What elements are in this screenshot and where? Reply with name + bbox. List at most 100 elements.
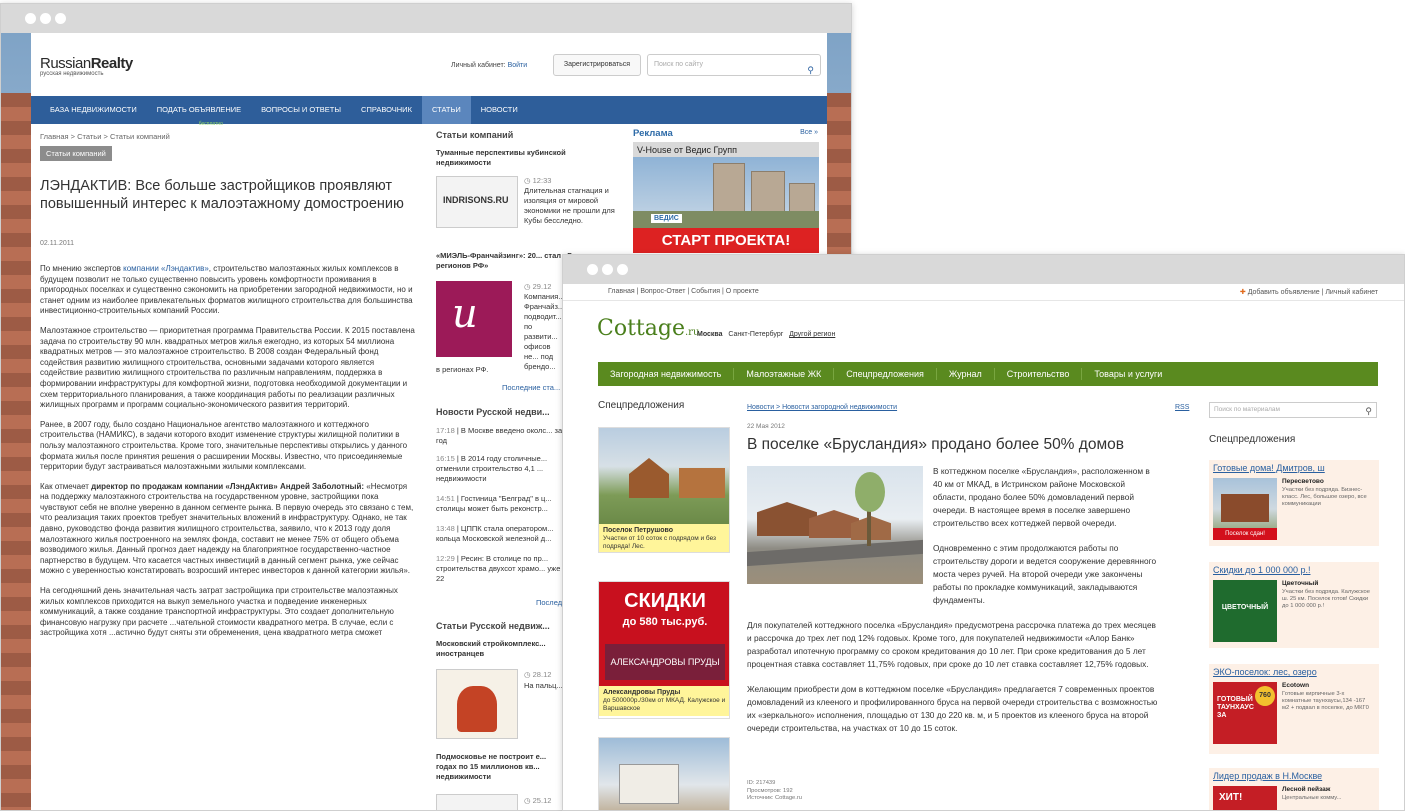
article-time: ◷ 28.12 — [524, 670, 552, 679]
login-link[interactable]: Войти — [508, 62, 528, 69]
article-paragraph: Одновременно с этим продолжаются работы … — [933, 543, 1157, 605]
special-offer-title[interactable]: Скидки до 1 000 000 р.! — [1213, 565, 1310, 575]
top-right-links[interactable]: ✚ Добавить объявление | Личный кабинет — [1240, 288, 1378, 296]
article-title: ЛЭНДАКТИВ: Все больше застройщиков прояв… — [40, 178, 404, 212]
ad-brand: ВЕДИС — [651, 214, 682, 223]
search-input[interactable]: Поиск по сайту ⚲ — [647, 54, 821, 76]
article-link[interactable]: Московский стройкомплекс... иностранцев — [436, 639, 566, 659]
promo-card[interactable]: СКИДКИ до 580 тыс.руб. АЛЕКСАНДРОВЫ ПРУД… — [598, 581, 730, 719]
window-titlebar — [563, 255, 1404, 284]
article-time: ◷ 25.12 — [524, 796, 552, 805]
search-icon[interactable]: ⚲ — [807, 60, 814, 80]
article-time: ◷ 12:33 — [524, 176, 552, 185]
account-block: Личный кабинет: Войти — [451, 62, 527, 69]
article-body: По мнению экспертов компании «Лэндактив»… — [40, 264, 416, 648]
special-offer-card[interactable]: Скидки до 1 000 000 р.! ЦВЕТОЧНЫЙ Цветоч… — [1209, 562, 1379, 648]
site-tagline: русская недвижимость — [40, 71, 104, 77]
breadcrumb[interactable]: Главная > Статьи > Статьи компаний — [40, 132, 170, 141]
article-link[interactable]: Туманные перспективы кубинской недвижимо… — [436, 148, 606, 168]
site-logo[interactable]: Cottage.ru — [597, 316, 699, 341]
special-offer-text: Участки без подряда. Бизнес-класс. Лес, … — [1282, 487, 1367, 507]
account-label: Личный кабинет: — [451, 62, 506, 69]
article-title: В поселке «Брусландия» продано более 50%… — [747, 436, 1124, 453]
news-item[interactable]: 14:51 | Гостиница "Белград" в ц... столи… — [436, 494, 566, 514]
ad-banner[interactable]: V-House от Ведис Групп ВЕДИС СТАРТ ПРОЕК… — [633, 142, 819, 253]
special-offer-text: Участки без подряда. Калужское ш. 25 км.… — [1282, 589, 1371, 609]
search-input[interactable]: Поиск по материалам ⚲ — [1209, 402, 1377, 418]
article-snippet-tail: в регионах РФ. — [436, 365, 489, 374]
article-date: 22 Мая 2012 — [747, 423, 785, 430]
search-icon[interactable]: ⚲ — [1365, 404, 1372, 418]
article-meta: ID: 217439 Просмотров: 192 Источник: Cotta… — [747, 780, 803, 801]
window-dot-icon[interactable] — [602, 264, 613, 275]
article-snippet: Длительная стагнация и изоляция от миров… — [524, 186, 615, 225]
nav-item-articles[interactable]: Статьи — [421, 96, 471, 124]
special-offer-image: ХИТ! — [1213, 786, 1277, 810]
company-link[interactable]: компании «Лэндактив» — [123, 264, 209, 273]
special-offer-title[interactable]: ЭКО-поселок: лес, озеро — [1213, 667, 1317, 677]
special-offer-name: Пересветово — [1282, 478, 1324, 485]
region-current[interactable]: Москва — [697, 331, 723, 338]
article-link[interactable]: Подмосковье не построит е... годах по 15… — [436, 752, 566, 782]
news-item[interactable]: 12:29 | Ресин: В столице по пр... строит… — [436, 554, 566, 584]
news-item[interactable]: 17:18 | В Москве введено околс... за год — [436, 426, 566, 446]
nav-item-reference[interactable]: Справочник — [351, 96, 422, 124]
article-thumbnail[interactable]: INDRISONS.RU — [436, 176, 518, 228]
browser-window-cottage: Главная | Вопрос-Ответ | События | О про… — [562, 254, 1405, 811]
more-articles-link[interactable]: Последние ста... — [502, 383, 560, 393]
window-dot-icon[interactable] — [587, 264, 598, 275]
nav-item-qa[interactable]: Вопросы и ответы — [251, 96, 351, 124]
nav-item-post-ad[interactable]: Подать объявление бесплатно — [147, 96, 251, 127]
nav-item-construction[interactable]: Строительство — [995, 368, 1083, 380]
promo-card[interactable] — [598, 737, 730, 810]
ad-name: V-House от Ведис Групп — [637, 145, 738, 155]
article-thumbnail[interactable] — [436, 794, 518, 810]
thumb-logo: INDRISONS.RU — [443, 195, 509, 205]
left-specials-title: Спецпредложения — [598, 400, 685, 411]
news-item[interactable]: 16:15 | В 2014 году столичные... отменил… — [436, 454, 566, 484]
nav-item-news[interactable]: Новости — [471, 96, 528, 124]
nav-free-badge: бесплатно — [198, 121, 223, 127]
special-offer-card[interactable]: Готовые дома! Дмитров, ш Поселок сдан! П… — [1209, 460, 1379, 546]
article-thumbnail[interactable] — [436, 669, 518, 739]
special-offer-image: Поселок сдан! — [1213, 478, 1277, 540]
breadcrumb[interactable]: Новости > Новости загородной недвижимост… — [747, 404, 897, 411]
window-dot-icon[interactable] — [55, 13, 66, 24]
site-logo[interactable]: RussianRealty — [40, 55, 133, 72]
window-dot-icon[interactable] — [617, 264, 628, 275]
article-paragraph: В коттеджном поселке «Брусландия», распо… — [933, 466, 1150, 528]
special-offer-name: Ecotown — [1282, 682, 1310, 689]
section-company-articles: Статьи компаний — [436, 130, 514, 140]
special-offer-card[interactable]: Лидер продаж в Н.Москве ХИТ! Лесной пейз… — [1209, 768, 1379, 810]
article-paragraph: Желающим приобрести дом в коттеджном пос… — [747, 684, 1158, 733]
article-paragraph: По мнению экспертов компании «Лэндактив»… — [40, 264, 413, 316]
special-offer-title[interactable]: Готовые дома! Дмитров, ш — [1213, 463, 1325, 473]
nav-item-lowrise[interactable]: Малоэтажные ЖК — [734, 368, 835, 380]
special-offer-image: ЦВЕТОЧНЫЙ — [1213, 580, 1277, 642]
nav-item-journal[interactable]: Журнал — [937, 368, 995, 380]
special-offer-card[interactable]: ЭКО-поселок: лес, озеро ГОТОВЫЙ ТАУНХАУС… — [1209, 664, 1379, 754]
miel-logo-thumbnail[interactable]: и — [436, 281, 512, 357]
top-bar: Главная | Вопрос-Ответ | События | О про… — [563, 284, 1404, 301]
nav-item-database[interactable]: База недвижимости — [40, 96, 147, 124]
cottage-page: Главная | Вопрос-Ответ | События | О про… — [563, 284, 1404, 810]
register-button[interactable]: Зарегистрироваться — [553, 54, 641, 76]
region-spb[interactable]: Санкт-Петербург — [728, 331, 783, 338]
top-links[interactable]: Главная | Вопрос-Ответ | События | О про… — [608, 288, 759, 295]
article-body: В коттеджном поселке «Брусландия», распо… — [747, 465, 1159, 747]
category-badge[interactable]: Статьи компаний — [40, 146, 112, 161]
special-offer-title[interactable]: Лидер продаж в Н.Москве — [1213, 771, 1322, 781]
window-dot-icon[interactable] — [25, 13, 36, 24]
nav-item-goods[interactable]: Товары и услуги — [1082, 368, 1174, 380]
window-dot-icon[interactable] — [40, 13, 51, 24]
region-other[interactable]: Другой регион — [789, 331, 835, 338]
rss-link[interactable]: RSS — [1175, 404, 1189, 411]
promo-card[interactable]: Поселок Петрушово Участки от 10 соток с п… — [598, 427, 730, 553]
main-nav: Загородная недвижимость Малоэтажные ЖК С… — [598, 362, 1378, 386]
nav-item-country[interactable]: Загородная недвижимость — [598, 368, 735, 380]
news-item[interactable]: 13:48 | ЦППК стала оператором... кольца … — [436, 524, 566, 544]
section-news: Новости Русской недви... — [436, 407, 550, 417]
ads-all-link[interactable]: Все » — [800, 129, 818, 136]
article-date: 02.11.2011 — [40, 240, 74, 247]
nav-item-specials[interactable]: Спецпредложения — [834, 368, 937, 380]
